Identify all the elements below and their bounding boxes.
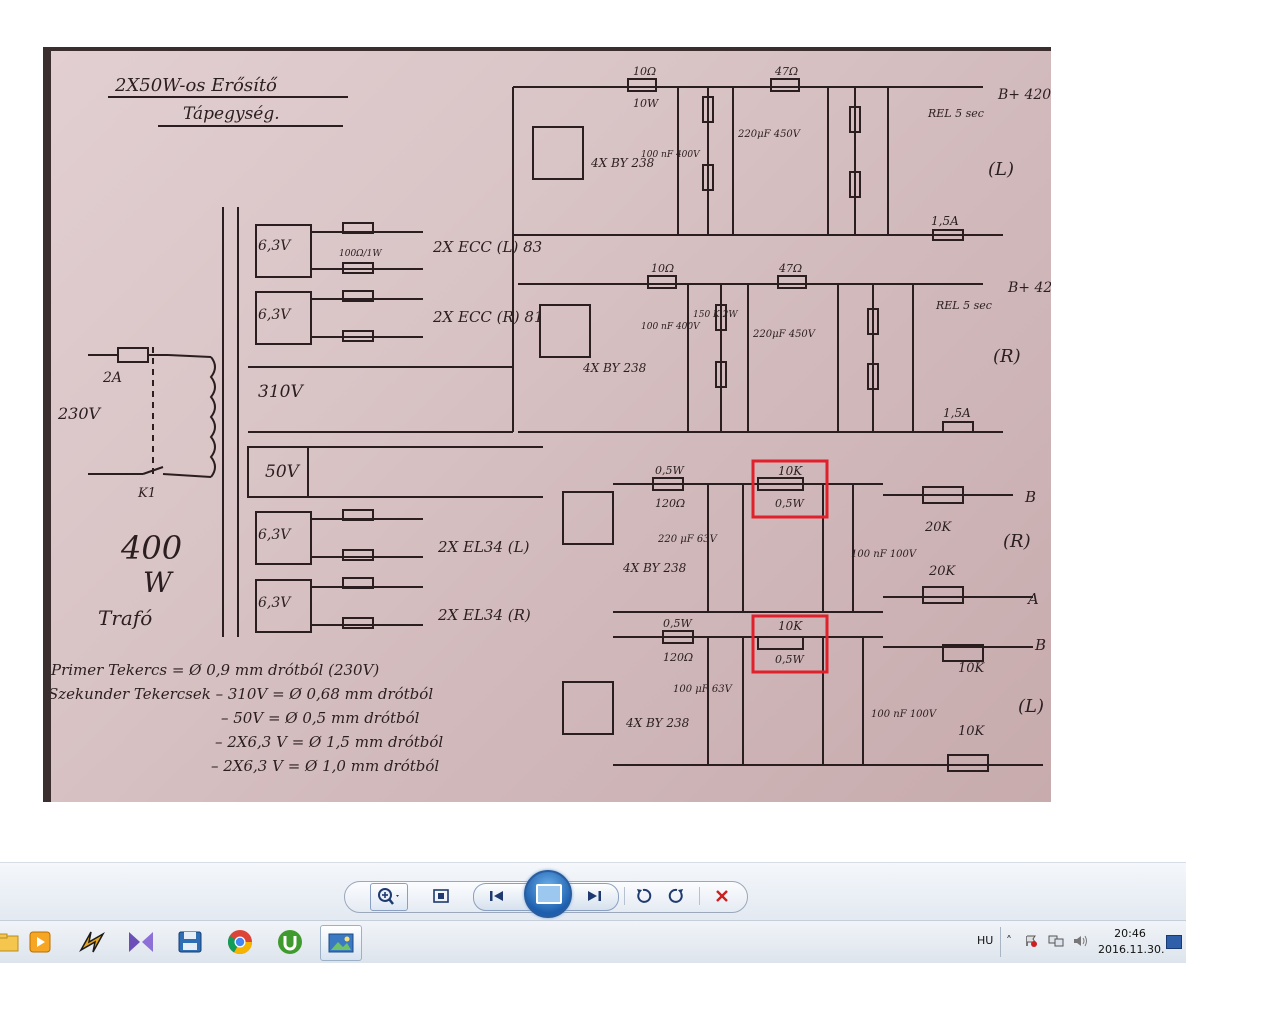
relay-r: REL 5 sec bbox=[935, 299, 992, 312]
viewer-toolbar bbox=[0, 862, 1186, 921]
show-hidden-icons-icon[interactable]: ˄ bbox=[1006, 934, 1012, 948]
save-app-icon[interactable] bbox=[170, 925, 210, 959]
res-10k-top-w: 0,5W bbox=[775, 497, 805, 510]
out-a: A bbox=[1026, 590, 1039, 608]
previous-icon[interactable] bbox=[485, 883, 509, 909]
next-icon[interactable] bbox=[582, 883, 606, 909]
heater-el34-l: 6,3V bbox=[258, 527, 292, 543]
res-10w-l: 10W bbox=[633, 97, 660, 110]
note-4: – 2X6,3 V = Ø 1,5 mm drótból bbox=[215, 733, 443, 751]
show-desktop-icon[interactable] bbox=[1166, 935, 1182, 949]
res-10k-bottom-w: 0,5W bbox=[775, 653, 805, 666]
pot-20k-r: 20K bbox=[924, 520, 953, 535]
taskbar: HU ˄ 20:46 2016.11.30. bbox=[0, 920, 1186, 963]
heater-resistor-label: 100Ω/1W bbox=[339, 249, 382, 259]
schematic-drawing: 2X50W-os Erősítő Tápegység. 400 W Trafó … bbox=[48, 65, 1051, 775]
rectifier-r: 4X BY 238 bbox=[582, 361, 647, 375]
res-47-r: 47Ω bbox=[778, 262, 802, 275]
out-b-l: B bbox=[1034, 636, 1046, 654]
note-5: – 2X6,3 V = Ø 1,0 mm drótból bbox=[211, 757, 439, 775]
cap-100nf-r: 100 nF 400V bbox=[641, 322, 701, 332]
tube-el34-r: 2X EL34 (R) bbox=[437, 606, 531, 624]
cap-100-63: 100 μF 63V bbox=[673, 684, 734, 695]
fuse-l: 1,5A bbox=[931, 214, 959, 228]
secondary-310v: 310V bbox=[258, 382, 304, 402]
side-l-upper: (L) bbox=[988, 159, 1014, 180]
relay-l: REL 5 sec bbox=[927, 107, 984, 120]
transformer-power: 400 bbox=[120, 529, 182, 567]
network-icon[interactable] bbox=[1048, 934, 1064, 951]
title-line1: 2X50W-os Erősítő bbox=[114, 75, 278, 96]
separator bbox=[624, 887, 625, 905]
res-150k-r: 150 K 2W bbox=[693, 310, 738, 320]
tray-separator bbox=[1000, 927, 1001, 957]
res-10k-bottom: 10K bbox=[778, 619, 803, 633]
system-clock[interactable]: 20:46 2016.11.30. bbox=[1098, 926, 1165, 958]
schematic-photo: 2X50W-os Erősítő Tápegység. 400 W Trafó … bbox=[43, 47, 1051, 802]
clock-date: 2016.11.30. bbox=[1098, 943, 1165, 956]
res-10k-top: 10K bbox=[778, 464, 803, 478]
pot-10k-l: 10K bbox=[958, 724, 986, 739]
pot-10k-b: 10K bbox=[958, 661, 986, 676]
photo-viewer-icon[interactable] bbox=[320, 925, 362, 961]
res-120-r: 120Ω bbox=[655, 497, 685, 510]
separator bbox=[699, 887, 700, 905]
title-line2: Tápegység. bbox=[183, 104, 280, 124]
secondary-50v: 50V bbox=[265, 462, 301, 482]
rectifier-bias-l: 4X BY 238 bbox=[625, 716, 690, 730]
utorrent-icon[interactable] bbox=[270, 925, 310, 959]
res-10-r: 10Ω bbox=[651, 262, 674, 275]
action-center-icon[interactable] bbox=[1024, 934, 1038, 951]
heater-ecc-l: 6,3V bbox=[258, 238, 292, 254]
tube-ecc-r: 2X ECC (R) 81 bbox=[432, 308, 544, 326]
rotate-left-icon[interactable] bbox=[632, 883, 654, 909]
tube-el34-l: 2X EL34 (L) bbox=[437, 538, 530, 556]
switch-label: K1 bbox=[137, 486, 156, 501]
slideshow-icon[interactable] bbox=[524, 870, 572, 918]
note-2: Szekunder Tekercsek – 310V = Ø 0,68 mm d… bbox=[48, 685, 433, 703]
clock-time: 20:46 bbox=[1114, 927, 1146, 940]
side-r-bias: (R) bbox=[1003, 531, 1031, 552]
cap-220-63: 220 μF 63V bbox=[657, 534, 719, 545]
cap-100nf-l: 100 nF 400V bbox=[641, 150, 701, 160]
mains-voltage: 230V bbox=[57, 404, 102, 423]
zoom-icon[interactable] bbox=[370, 883, 408, 911]
transformer-name: Trafó bbox=[98, 606, 152, 630]
res-05w-l: 0,5W bbox=[663, 617, 693, 630]
note-1: Primer Tekercs = Ø 0,9 mm drótból (230V) bbox=[50, 661, 379, 679]
bplus-l: B+ 420V bbox=[997, 87, 1051, 103]
winamp-icon[interactable] bbox=[72, 925, 112, 959]
delete-icon[interactable] bbox=[710, 883, 734, 909]
volume-icon[interactable] bbox=[1072, 934, 1088, 951]
bplus-r: B+ 420V bbox=[1007, 280, 1051, 296]
heater-ecc-r: 6,3V bbox=[258, 307, 292, 323]
cap-100nf-100v-r: 100 nF 100V bbox=[851, 549, 918, 560]
chrome-icon[interactable] bbox=[220, 925, 260, 959]
res-120-l: 120Ω bbox=[663, 651, 693, 664]
res-05w-r: 0,5W bbox=[655, 464, 685, 477]
transformer-unit: W bbox=[143, 566, 174, 599]
side-l-bias: (L) bbox=[1018, 696, 1044, 717]
note-3: – 50V = Ø 0,5 mm drótból bbox=[221, 709, 420, 727]
cap-220-l: 220μF 450V bbox=[737, 129, 802, 140]
cap-100nf-100v-l: 100 nF 100V bbox=[871, 709, 938, 720]
pot-20k-a: 20K bbox=[928, 564, 957, 579]
side-r-upper: (R) bbox=[993, 346, 1021, 367]
res-47-l: 47Ω bbox=[774, 65, 798, 78]
language-indicator[interactable]: HU bbox=[977, 934, 993, 947]
rotate-right-icon[interactable] bbox=[666, 883, 688, 909]
cap-220-r: 220μF 450V bbox=[752, 329, 817, 340]
res-10-l: 10Ω bbox=[633, 65, 656, 78]
main-fuse: 2A bbox=[102, 370, 122, 386]
heater-el34-r: 6,3V bbox=[258, 595, 292, 611]
visual-studio-icon[interactable] bbox=[121, 925, 161, 959]
media-player-icon[interactable] bbox=[20, 925, 60, 959]
out-b-r: B bbox=[1024, 488, 1036, 506]
fit-window-icon[interactable] bbox=[430, 883, 452, 909]
tube-ecc-l: 2X ECC (L) 83 bbox=[432, 238, 542, 256]
fuse-r: 1,5A bbox=[943, 406, 971, 420]
rectifier-bias-r: 4X BY 238 bbox=[622, 561, 687, 575]
